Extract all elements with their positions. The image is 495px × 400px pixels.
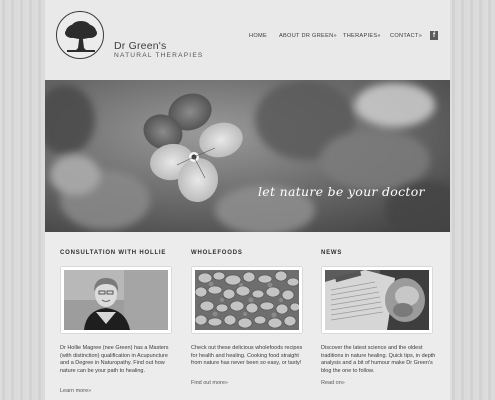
wholefoods-title: WHOLEFOODS bbox=[191, 250, 243, 256]
site-header: Dr Green's NATURAL THERAPIES HOME ABOUT … bbox=[45, 0, 450, 80]
hero-banner: let nature be your doctor bbox=[45, 80, 450, 232]
tree-logo-icon[interactable] bbox=[56, 11, 104, 59]
hero-tagline: let nature be your doctor bbox=[258, 184, 425, 199]
nav-about-dr-green[interactable]: ABOUT DR GREEN» bbox=[279, 33, 337, 39]
wholefoods-image[interactable] bbox=[192, 267, 302, 333]
hero-flower-image bbox=[45, 80, 450, 232]
news-text: Discover the latest science and the olde… bbox=[321, 345, 436, 374]
hollie-portrait-image[interactable] bbox=[61, 267, 171, 333]
content-area: CONSULTATION WITH HOLLIE Dr Hollie Magre… bbox=[45, 232, 450, 400]
wholefoods-text: Check out these delicious wholefoods rec… bbox=[191, 345, 303, 367]
brand-subtitle: NATURAL THERAPIES bbox=[114, 52, 204, 59]
consultation-text: Dr Hollie Magree (nee Green) has a Maste… bbox=[60, 345, 169, 374]
news-title: NEWS bbox=[321, 250, 343, 256]
nav-contact[interactable]: CONTACT» bbox=[390, 33, 422, 39]
nav-home[interactable]: HOME bbox=[249, 33, 267, 39]
learn-more-link[interactable]: Learn more» bbox=[60, 388, 91, 394]
consultation-title: CONSULTATION WITH HOLLIE bbox=[60, 250, 167, 256]
brand-name[interactable]: Dr Green's bbox=[114, 40, 166, 52]
read-on-link[interactable]: Read on» bbox=[321, 380, 345, 386]
facebook-icon[interactable]: f bbox=[430, 31, 438, 40]
news-image[interactable] bbox=[322, 267, 432, 333]
page: Dr Green's NATURAL THERAPIES HOME ABOUT … bbox=[45, 0, 450, 400]
nav-therapies[interactable]: THERAPIES» bbox=[343, 33, 381, 39]
find-out-more-link[interactable]: Find out more» bbox=[191, 380, 228, 386]
